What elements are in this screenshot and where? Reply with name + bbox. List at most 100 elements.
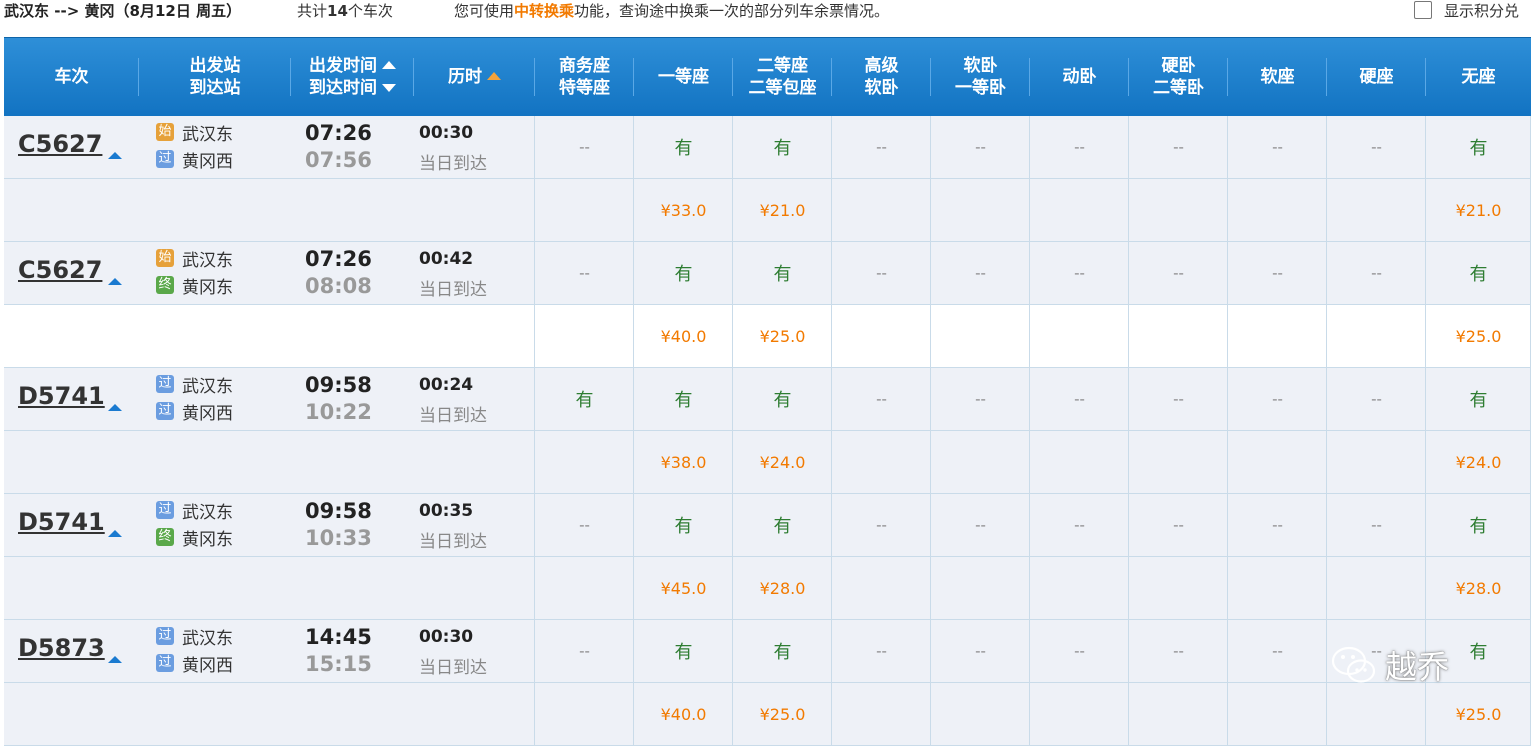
hint-prefix: 您可使用 (454, 2, 515, 20)
col-header-line1: 高级 (865, 55, 899, 77)
date-month-num: 8 (129, 2, 140, 20)
col-header-label: 二等卧 (1153, 78, 1204, 98)
train-number-link[interactable]: D5741 (18, 382, 105, 410)
col-header-line2: 二等包座 (749, 77, 817, 99)
cell-divider (1128, 431, 1129, 493)
seat-availability-first-class[interactable]: 有 (634, 620, 733, 682)
arrival-day-note: 当日到达 (419, 406, 487, 426)
col-header-hard-sleeper: 硬卧 二等卧 (1129, 38, 1228, 116)
cell-divider (1227, 431, 1228, 493)
show-points-checkbox[interactable] (1414, 1, 1432, 19)
show-points-toggle[interactable]: 显示积分兑 (1414, 0, 1519, 22)
seat-availability-business-seat: -- (579, 516, 590, 534)
station-type-badge: 过 (156, 375, 174, 393)
col-header-line1: 硬卧 (1162, 55, 1196, 77)
col-header-line1: 二等座 (757, 55, 808, 77)
sort-asc-icon[interactable] (487, 72, 501, 80)
to-station-name: 黄冈西 (182, 151, 233, 172)
transfer-link[interactable]: 中转换乘 (514, 2, 574, 20)
seat-availability-first-class[interactable]: 有 (634, 242, 733, 304)
expand-stops-icon[interactable] (108, 656, 122, 663)
col-header-bullet-sleeper: 动卧 (1030, 38, 1129, 116)
price-first-class: ¥38.0 (660, 452, 707, 472)
seat-availability-no-seat[interactable]: 有 (1426, 242, 1531, 304)
col-header-line2: 一等卧 (955, 77, 1006, 99)
duration: 00:24 (419, 375, 474, 395)
col-header-label: 二等座 (757, 56, 808, 76)
seat-availability-soft-sleeper: -- (975, 390, 986, 408)
price-first-class: ¥45.0 (660, 578, 707, 598)
ticket-table: 车次 出发站 到达站 出发时间 到达时间 历时 商务座 特等座 一等座 二等座 二等包座 高级 软卧 软卧… (4, 37, 1531, 746)
date-month-char: 月 (139, 2, 155, 20)
station-type-badge: 始 (156, 123, 174, 141)
count-prefix: 共计 (297, 2, 328, 20)
cell-divider (1326, 305, 1327, 367)
train-row[interactable]: C5627 始武汉东终黄冈东 07:26 08:08 00:42 当日到达 -- 有有 -- --… (4, 242, 1531, 305)
seat-availability-deluxe-soft-sleeper: -- (876, 138, 887, 156)
from-station-name: 武汉东 (182, 628, 233, 649)
price-row: ¥38.0 ¥24.0 ¥24.0 (4, 431, 1531, 494)
col-header-label: 无座 (1461, 67, 1496, 87)
seat-availability-deluxe-soft-sleeper: -- (876, 264, 887, 282)
expand-stops-icon[interactable] (108, 530, 122, 537)
from-station: 过武汉东 (156, 500, 233, 523)
seat-availability-no-seat[interactable]: 有 (1426, 368, 1531, 430)
seat-availability-soft-sleeper: -- (975, 516, 986, 534)
seat-availability-hard-sleeper: -- (1173, 390, 1184, 408)
expand-stops-icon[interactable] (108, 404, 122, 411)
sort-asc-icon[interactable] (382, 61, 396, 69)
table-header: 车次 出发站 到达站 出发时间 到达时间 历时 商务座 特等座 一等座 二等座 二等包座 高级 软卧 软卧… (4, 37, 1531, 116)
sort-desc-icon[interactable] (382, 84, 396, 92)
train-row[interactable]: D5741 过武汉东终黄冈东 09:58 10:33 00:35 当日到达 -- 有有 -- --… (4, 494, 1531, 557)
col-header-duration[interactable]: 历时 (414, 38, 535, 116)
train-number-link[interactable]: D5741 (18, 508, 105, 536)
seat-availability-second-class[interactable]: 有 (733, 116, 832, 178)
seat-availability-soft-sleeper: -- (975, 138, 986, 156)
expand-stops-icon[interactable] (108, 278, 122, 285)
cell-divider (534, 179, 535, 241)
seat-availability-hard-seat: -- (1371, 264, 1382, 282)
to-station-name: 黄冈东 (182, 529, 233, 550)
seat-availability-first-class[interactable]: 有 (634, 116, 733, 178)
col-header-line1: 历时 (448, 66, 501, 88)
seat-availability-first-class[interactable]: 有 (634, 368, 733, 430)
seat-availability-first-class[interactable]: 有 (634, 494, 733, 556)
route-to: 黄冈 (84, 2, 115, 20)
cell-divider (1128, 557, 1129, 619)
train-row[interactable]: D5741 过武汉东过黄冈西 09:58 10:22 00:24 当日到达有有有 -- -- -… (4, 368, 1531, 431)
arrival-day-note: 当日到达 (419, 658, 487, 678)
expand-stops-icon[interactable] (108, 152, 122, 159)
station-type-badge: 过 (156, 150, 174, 168)
seat-availability-second-class[interactable]: 有 (733, 620, 832, 682)
train-number-link[interactable]: D5873 (18, 634, 105, 662)
seat-availability-second-class[interactable]: 有 (733, 368, 832, 430)
col-header-train-no: 车次 (4, 38, 139, 116)
col-header-soft-seat: 软座 (1228, 38, 1327, 116)
train-row[interactable]: C5627 始武汉东过黄冈西 07:26 07:56 00:30 当日到达 -- 有有 -- --… (4, 116, 1531, 179)
col-header-line1: 出发时间 (309, 55, 396, 77)
col-header-label: 硬座 (1359, 67, 1394, 87)
station-type-badge: 始 (156, 249, 174, 267)
seat-availability-second-class[interactable]: 有 (733, 242, 832, 304)
show-points-label: 显示积分兑 (1444, 2, 1520, 20)
price-row: ¥40.0 ¥25.0 ¥25.0 (4, 683, 1531, 746)
from-station-name: 武汉东 (182, 250, 233, 271)
train-row[interactable]: D5873 过武汉东过黄冈西 14:45 15:15 00:30 当日到达 -- 有有 -- --… (4, 620, 1531, 683)
train-number-link[interactable]: C5627 (18, 256, 102, 284)
col-header-line1: 硬座 (1360, 66, 1394, 88)
col-header-times[interactable]: 出发时间 到达时间 (291, 38, 414, 116)
seat-availability-second-class[interactable]: 有 (733, 494, 832, 556)
from-station: 过武汉东 (156, 626, 233, 649)
seat-availability-no-seat[interactable]: 有 (1426, 494, 1531, 556)
train-number-link[interactable]: C5627 (18, 130, 102, 158)
col-header-label: 历时 (448, 67, 482, 87)
to-station-name: 黄冈西 (182, 655, 233, 676)
price-no-seat: ¥28.0 (1455, 578, 1502, 598)
seat-availability-no-seat[interactable]: 有 (1426, 116, 1531, 178)
col-header-label: 到达时间 (309, 78, 377, 98)
seat-availability-business-seat[interactable]: 有 (535, 368, 634, 430)
wechat-icon (1331, 646, 1376, 683)
departure-time: 14:45 (305, 625, 372, 649)
cell-divider (1326, 179, 1327, 241)
from-station-name: 武汉东 (182, 376, 233, 397)
